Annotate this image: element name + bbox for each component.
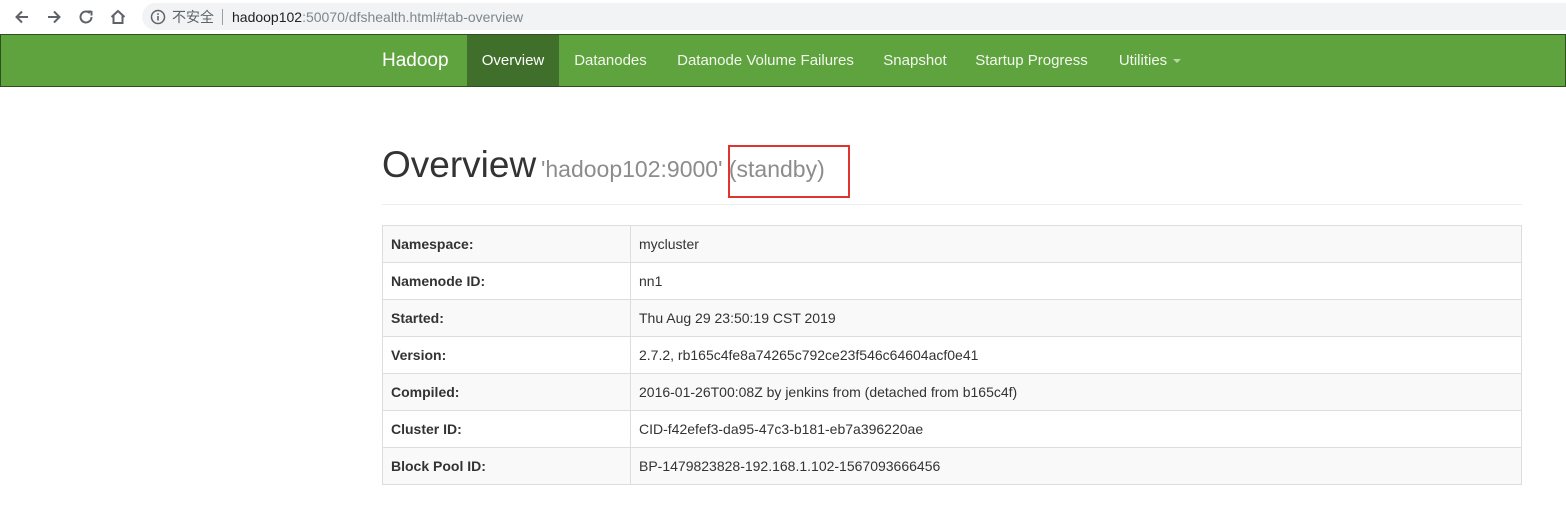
overview-table: Namespace: mycluster Namenode ID: nn1 St… xyxy=(382,225,1522,485)
brand-link[interactable]: Hadoop xyxy=(382,35,449,86)
namenode-address: 'hadoop102:9000' xyxy=(541,156,723,182)
standby-highlight-box xyxy=(728,145,850,198)
table-row: Namespace: mycluster xyxy=(382,225,1522,263)
home-icon[interactable] xyxy=(107,6,129,28)
tab-startup-progress[interactable]: Startup Progress xyxy=(961,35,1102,86)
tab-snapshot[interactable]: Snapshot xyxy=(869,35,961,86)
table-row: Block Pool ID: BP-1479823828-192.168.1.1… xyxy=(382,447,1522,485)
address-divider xyxy=(222,8,223,25)
utilities-label: Utilities xyxy=(1118,52,1168,69)
info-icon[interactable] xyxy=(150,9,166,25)
row-key: Version: xyxy=(382,336,631,374)
page-header: Overview 'hadoop102:9000' (standby) xyxy=(382,142,1522,205)
tab-overview[interactable]: Overview xyxy=(467,35,559,86)
row-value: mycluster xyxy=(630,225,1522,263)
address-bar[interactable]: 不安全 hadoop102:50070/dfshealth.html#tab-o… xyxy=(142,3,1566,30)
hadoop-navbar: Hadoop Overview Datanodes Datanode Volum… xyxy=(0,34,1566,87)
table-row: Started: Thu Aug 29 23:50:19 CST 2019 xyxy=(382,299,1522,337)
security-status-label: 不安全 xyxy=(172,9,214,26)
reload-icon[interactable] xyxy=(75,6,97,28)
row-value: 2.7.2, rb165c4fe8a74265c792ce23f546c6460… xyxy=(630,336,1522,374)
table-row: Version: 2.7.2, rb165c4fe8a74265c792ce23… xyxy=(382,336,1522,374)
table-row: Compiled: 2016-01-26T00:08Z by jenkins f… xyxy=(382,373,1522,411)
tab-datanode-volume-failures[interactable]: Datanode Volume Failures xyxy=(662,35,869,86)
table-row: Cluster ID: CID-f42efef3-da95-47c3-b181-… xyxy=(382,410,1522,448)
row-key: Started: xyxy=(382,299,631,337)
row-key: Block Pool ID: xyxy=(382,447,631,485)
row-value: BP-1479823828-192.168.1.102-156709366645… xyxy=(630,447,1522,485)
row-key: Namenode ID: xyxy=(382,262,631,300)
page-title: Overview xyxy=(382,144,537,185)
row-value: Thu Aug 29 23:50:19 CST 2019 xyxy=(630,299,1522,337)
utilities-dropdown[interactable]: Utilities xyxy=(1102,35,1198,86)
row-value: nn1 xyxy=(630,262,1522,300)
back-arrow-icon[interactable] xyxy=(11,6,33,28)
row-key: Namespace: xyxy=(382,225,631,263)
row-value: CID-f42efef3-da95-47c3-b181-eb7a396220ae xyxy=(630,410,1522,448)
forward-arrow-icon[interactable] xyxy=(43,6,65,28)
table-row: Namenode ID: nn1 xyxy=(382,262,1522,300)
browser-toolbar: 不安全 hadoop102:50070/dfshealth.html#tab-o… xyxy=(0,0,1566,34)
url-path: :50070/dfshealth.html#tab-overview xyxy=(302,8,524,25)
caret-down-icon xyxy=(1173,59,1182,64)
url-host: hadoop102 xyxy=(232,8,303,25)
row-key: Cluster ID: xyxy=(382,410,631,448)
tab-datanodes[interactable]: Datanodes xyxy=(559,35,662,86)
row-value: 2016-01-26T00:08Z by jenkins from (detac… xyxy=(630,373,1522,411)
row-key: Compiled: xyxy=(382,373,631,411)
